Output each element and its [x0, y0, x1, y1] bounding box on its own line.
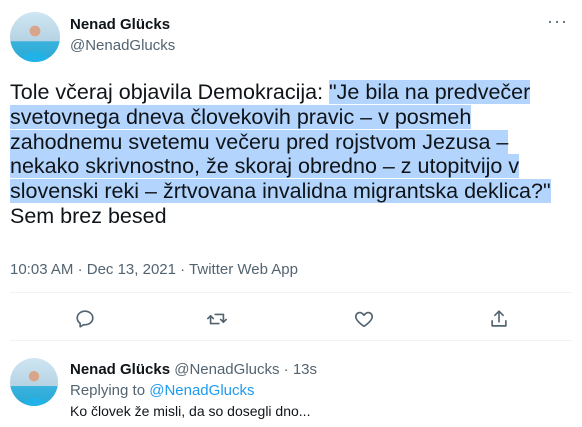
reply-author-handle[interactable]: @NenadGlucks: [174, 361, 279, 378]
replying-to: Replying to @NenadGlucks: [70, 382, 255, 399]
tweet-actions: [0, 308, 582, 336]
reply-tweet[interactable]: Nenad Glücks @NenadGlucks · 13s Replying…: [0, 340, 582, 427]
main-tweet: Nenad Glücks @NenadGlucks ··· Tole včera…: [0, 0, 582, 340]
retweet-icon[interactable]: [206, 308, 230, 332]
share-icon[interactable]: [488, 308, 512, 332]
tweet-meta: 10:03 AM · Dec 13, 2021 · Twitter Web Ap…: [10, 261, 298, 278]
tweet-source[interactable]: Twitter Web App: [189, 261, 298, 278]
reply-age[interactable]: 13s: [293, 361, 317, 378]
tweet-text: Tole včeraj objavila Demokracija: "Je bi…: [10, 80, 570, 229]
avatar[interactable]: [10, 358, 58, 406]
avatar[interactable]: [10, 12, 60, 62]
reply-author-name[interactable]: Nenad Glücks: [70, 361, 170, 378]
reply-icon[interactable]: [74, 308, 98, 332]
tweet-time[interactable]: 10:03 AM: [10, 261, 73, 278]
tweet-text-suffix: Sem brez besed: [10, 203, 167, 228]
author-name[interactable]: Nenad Glücks: [70, 16, 170, 33]
tweet-text-prefix: Tole včeraj objavila Demokracija:: [10, 80, 330, 104]
reply-separator: ·: [283, 361, 289, 378]
meta-separator: ·: [77, 261, 83, 278]
replying-to-label: Replying to: [70, 382, 150, 399]
more-options-icon[interactable]: ···: [547, 12, 568, 30]
author-handle[interactable]: @NenadGlucks: [70, 37, 175, 54]
reply-text: Ko človek že misli, da so dosegli dno...: [70, 403, 311, 419]
replying-to-link[interactable]: @NenadGlucks: [149, 382, 254, 399]
meta-separator: ·: [180, 261, 186, 278]
heart-icon[interactable]: [353, 308, 377, 332]
divider: [10, 292, 572, 293]
reply-header: Nenad Glücks @NenadGlucks · 13s: [70, 361, 317, 378]
tweet-date[interactable]: Dec 13, 2021: [87, 261, 176, 278]
